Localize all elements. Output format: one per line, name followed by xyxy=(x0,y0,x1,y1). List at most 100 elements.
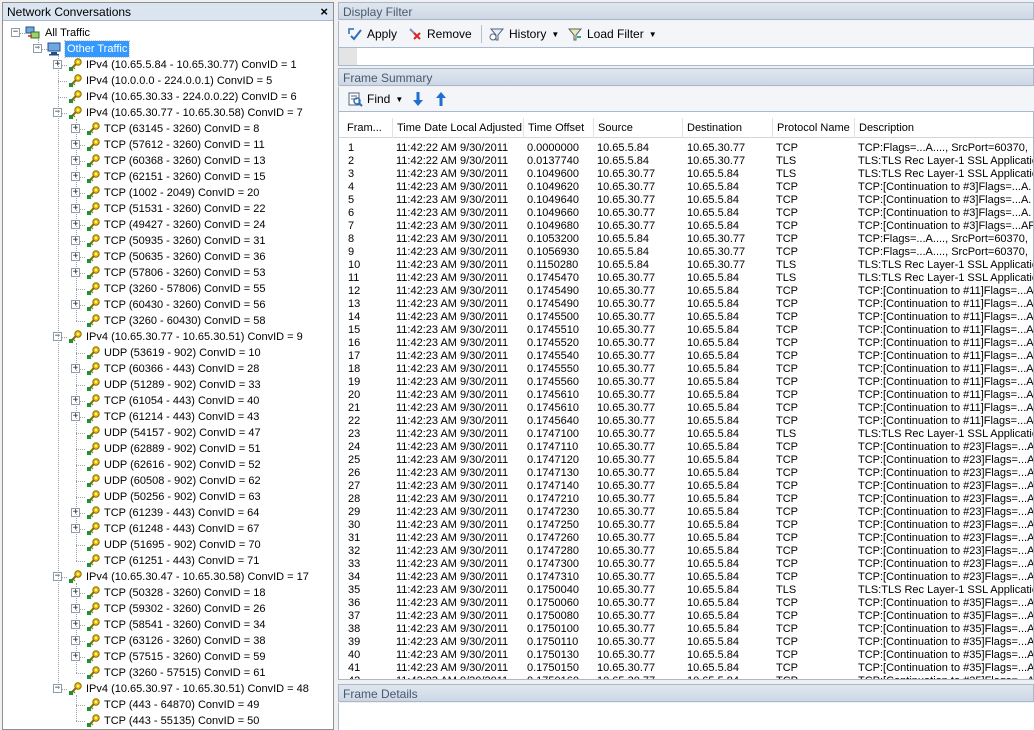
find-next-down-icon[interactable] xyxy=(411,91,425,107)
find-button[interactable]: Find ▼ xyxy=(345,90,403,108)
frame-row[interactable]: 1 11:42:22 AM 9/30/2011 0.0000000 10.65.5.8… xyxy=(339,142,1033,155)
tree-item-ipv4[interactable]: − IPv4 (10.65.30.97 - 10.65.30.51) ConvID… xyxy=(3,681,333,697)
frame-row[interactable]: 16 11:42:23 AM 9/30/2011 0.1745520 10.65.30… xyxy=(339,337,1033,350)
tree-item-conversation[interactable]: TCP (61251 - 443) ConvID = 71 xyxy=(3,553,333,569)
tree-item-conversation[interactable]: + TCP (50935 - 3260) ConvID = 31 xyxy=(3,233,333,249)
tree-item-conversation[interactable]: + TCP (61239 - 443) ConvID = 64 xyxy=(3,505,333,521)
tree-item-conversation[interactable]: UDP (50256 - 902) ConvID = 63 xyxy=(3,489,333,505)
tree-item-conversation[interactable]: TCP (3260 - 60430) ConvID = 58 xyxy=(3,313,333,329)
frame-row[interactable]: 22 11:42:23 AM 9/30/2011 0.1745640 10.65.30… xyxy=(339,415,1033,428)
frame-row[interactable]: 19 11:42:23 AM 9/30/2011 0.1745560 10.65.30… xyxy=(339,376,1033,389)
frame-row[interactable]: 3 11:42:23 AM 9/30/2011 0.1049600 10.65.30.… xyxy=(339,168,1033,181)
tree-item-conversation[interactable]: + TCP (57515 - 3260) ConvID = 59 xyxy=(3,649,333,665)
tree-item-conversation[interactable]: UDP (53619 - 902) ConvID = 10 xyxy=(3,345,333,361)
tree-item-conversation[interactable]: + TCP (60430 - 3260) ConvID = 56 xyxy=(3,297,333,313)
frame-row[interactable]: 5 11:42:23 AM 9/30/2011 0.1049640 10.65.30.… xyxy=(339,194,1033,207)
tree-item-ipv4[interactable]: + IPv4 (10.65.5.84 - 10.65.30.77) ConvID … xyxy=(3,57,333,73)
frame-row[interactable]: 7 11:42:23 AM 9/30/2011 0.1049680 10.65.30.… xyxy=(339,220,1033,233)
apply-button[interactable]: Apply xyxy=(345,25,397,43)
frame-summary-grid[interactable]: Fram... Time Date Local Adjusted Time Offs… xyxy=(338,111,1034,680)
frame-row[interactable]: 6 11:42:23 AM 9/30/2011 0.1049660 10.65.30.… xyxy=(339,207,1033,220)
frame-row[interactable]: 23 11:42:23 AM 9/30/2011 0.1747100 10.65.30… xyxy=(339,428,1033,441)
tree-item-conversation[interactable]: + TCP (49427 - 3260) ConvID = 24 xyxy=(3,217,333,233)
tree-item-conversation[interactable]: TCP (3260 - 57806) ConvID = 55 xyxy=(3,281,333,297)
tree-item-conversation[interactable]: + TCP (60368 - 3260) ConvID = 13 xyxy=(3,153,333,169)
tree-item-conversation[interactable]: + TCP (57806 - 3260) ConvID = 53 xyxy=(3,265,333,281)
frame-row[interactable]: 38 11:42:23 AM 9/30/2011 0.1750100 10.65.30… xyxy=(339,623,1033,636)
frame-row[interactable]: 13 11:42:23 AM 9/30/2011 0.1745490 10.65.30… xyxy=(339,298,1033,311)
column-header[interactable]: Time Offset xyxy=(524,118,594,138)
frame-row[interactable]: 36 11:42:23 AM 9/30/2011 0.1750060 10.65.30… xyxy=(339,597,1033,610)
filter-text-input[interactable] xyxy=(338,47,1034,66)
tree-item-conversation[interactable]: UDP (54157 - 902) ConvID = 47 xyxy=(3,425,333,441)
frame-row[interactable]: 4 11:42:23 AM 9/30/2011 0.1049620 10.65.30.… xyxy=(339,181,1033,194)
tree-item-conversation[interactable]: + TCP (63145 - 3260) ConvID = 8 xyxy=(3,121,333,137)
frame-row[interactable]: 32 11:42:23 AM 9/30/2011 0.1747280 10.65.30… xyxy=(339,545,1033,558)
frame-row[interactable]: 24 11:42:23 AM 9/30/2011 0.1747110 10.65.30… xyxy=(339,441,1033,454)
tree-item-conversation[interactable]: + TCP (61054 - 443) ConvID = 40 xyxy=(3,393,333,409)
tree-item-conversation[interactable]: + TCP (1002 - 2049) ConvID = 20 xyxy=(3,185,333,201)
tree-item-ipv4[interactable]: IPv4 (10.0.0.0 - 224.0.0.1) ConvID = 5 xyxy=(3,73,333,89)
grid-body[interactable]: 1 11:42:22 AM 9/30/2011 0.0000000 10.65.5.8… xyxy=(339,142,1033,679)
tree-item-conversation[interactable]: + TCP (61248 - 443) ConvID = 67 xyxy=(3,521,333,537)
tree-item-conversation[interactable]: + TCP (51531 - 3260) ConvID = 22 xyxy=(3,201,333,217)
frame-row[interactable]: 15 11:42:23 AM 9/30/2011 0.1745510 10.65.30… xyxy=(339,324,1033,337)
frame-row[interactable]: 28 11:42:23 AM 9/30/2011 0.1747210 10.65.30… xyxy=(339,493,1033,506)
tree-item-conversation[interactable]: TCP (443 - 55135) ConvID = 50 xyxy=(3,713,333,729)
tree-item-conversation[interactable]: + TCP (57612 - 3260) ConvID = 11 xyxy=(3,137,333,153)
tree-item[interactable]: − Other Traffic xyxy=(3,40,333,58)
frame-row[interactable]: 25 11:42:23 AM 9/30/2011 0.1747120 10.65.30… xyxy=(339,454,1033,467)
tree-item-ipv4[interactable]: IPv4 (10.65.30.33 - 224.0.0.22) ConvID =… xyxy=(3,89,333,105)
collapse-icon[interactable]: − xyxy=(11,28,20,37)
tree-item-conversation[interactable]: + TCP (50328 - 3260) ConvID = 18 xyxy=(3,585,333,601)
frame-row[interactable]: 35 11:42:23 AM 9/30/2011 0.1750040 10.65.30… xyxy=(339,584,1033,597)
frame-row[interactable]: 12 11:42:23 AM 9/30/2011 0.1745490 10.65.30… xyxy=(339,285,1033,298)
tree-item-conversation[interactable]: UDP (60508 - 902) ConvID = 62 xyxy=(3,473,333,489)
frame-row[interactable]: 27 11:42:23 AM 9/30/2011 0.1747140 10.65.30… xyxy=(339,480,1033,493)
tree-item-ipv4[interactable]: − IPv4 (10.65.30.47 - 10.65.30.58) ConvID… xyxy=(3,569,333,585)
frame-row[interactable]: 21 11:42:23 AM 9/30/2011 0.1745610 10.65.30… xyxy=(339,402,1033,415)
frame-row[interactable]: 14 11:42:23 AM 9/30/2011 0.1745500 10.65.30… xyxy=(339,311,1033,324)
frame-row[interactable]: 41 11:42:23 AM 9/30/2011 0.1750150 10.65.30… xyxy=(339,662,1033,675)
tree-item-ipv4[interactable]: − IPv4 (10.65.30.77 - 10.65.30.58) ConvID… xyxy=(3,105,333,121)
column-header[interactable]: Protocol Name xyxy=(773,118,855,138)
load-filter-button[interactable]: Load Filter ▼ xyxy=(565,25,657,43)
frame-row[interactable]: 18 11:42:23 AM 9/30/2011 0.1745550 10.65.30… xyxy=(339,363,1033,376)
tree-item-conversation[interactable]: TCP (3260 - 57515) ConvID = 61 xyxy=(3,665,333,681)
column-header[interactable]: Description xyxy=(855,118,1033,138)
tree-item-conversation[interactable]: + TCP (60366 - 443) ConvID = 28 xyxy=(3,361,333,377)
tree-item-conversation[interactable]: + TCP (63126 - 3260) ConvID = 38 xyxy=(3,633,333,649)
frame-row[interactable]: 8 11:42:23 AM 9/30/2011 0.1053200 10.65.5.8… xyxy=(339,233,1033,246)
find-previous-up-icon[interactable] xyxy=(434,91,448,107)
tree-item-conversation[interactable]: + TCP (50635 - 3260) ConvID = 36 xyxy=(3,249,333,265)
frame-row[interactable]: 9 11:42:23 AM 9/30/2011 0.1056930 10.65.5.8… xyxy=(339,246,1033,259)
tree-item-conversation[interactable]: UDP (62889 - 902) ConvID = 51 xyxy=(3,441,333,457)
frame-row[interactable]: 34 11:42:23 AM 9/30/2011 0.1747310 10.65.30… xyxy=(339,571,1033,584)
tree-item-conversation[interactable]: + TCP (62151 - 3260) ConvID = 15 xyxy=(3,169,333,185)
frame-row[interactable]: 33 11:42:23 AM 9/30/2011 0.1747300 10.65.30… xyxy=(339,558,1033,571)
tree-item-ipv4[interactable]: − IPv4 (10.65.30.77 - 10.65.30.51) ConvID… xyxy=(3,329,333,345)
frame-row[interactable]: 39 11:42:23 AM 9/30/2011 0.1750110 10.65.30… xyxy=(339,636,1033,649)
conversation-tree[interactable]: − All Traffic − Other Traffic + IPv4 (10.65.5… xyxy=(3,22,333,729)
close-icon[interactable]: × xyxy=(320,3,328,21)
frame-row[interactable]: 26 11:42:23 AM 9/30/2011 0.1747130 10.65.30… xyxy=(339,467,1033,480)
column-header[interactable]: Fram... xyxy=(343,118,393,138)
tree-item-conversation[interactable]: + TCP (61214 - 443) ConvID = 43 xyxy=(3,409,333,425)
tree-item-conversation[interactable]: + TCP (59302 - 3260) ConvID = 26 xyxy=(3,601,333,617)
frame-row[interactable]: 2 11:42:22 AM 9/30/2011 0.0137740 10.65.5.8… xyxy=(339,155,1033,168)
column-header[interactable]: Source xyxy=(594,118,683,138)
tree-item-conversation[interactable]: TCP (443 - 64870) ConvID = 49 xyxy=(3,697,333,713)
frame-row[interactable]: 11 11:42:23 AM 9/30/2011 0.1745470 10.65.30… xyxy=(339,272,1033,285)
tree-item-conversation[interactable]: UDP (62616 - 902) ConvID = 52 xyxy=(3,457,333,473)
column-header[interactable]: Destination xyxy=(683,118,773,138)
column-header[interactable]: Time Date Local Adjusted xyxy=(393,118,524,138)
history-button[interactable]: History ▼ xyxy=(487,25,559,43)
tree-item[interactable]: − All Traffic xyxy=(3,25,333,41)
frame-row[interactable]: 37 11:42:23 AM 9/30/2011 0.1750080 10.65.30… xyxy=(339,610,1033,623)
tree-item-conversation[interactable]: UDP (51695 - 902) ConvID = 70 xyxy=(3,537,333,553)
frame-row[interactable]: 20 11:42:23 AM 9/30/2011 0.1745610 10.65.30… xyxy=(339,389,1033,402)
tree-item-conversation[interactable]: UDP (51289 - 902) ConvID = 33 xyxy=(3,377,333,393)
frame-row[interactable]: 42 11:42:23 AM 9/30/20110.1750160 10.65.30… xyxy=(339,675,1033,679)
remove-button[interactable]: Remove xyxy=(405,25,472,43)
frame-row[interactable]: 31 11:42:23 AM 9/30/2011 0.1747260 10.65.30… xyxy=(339,532,1033,545)
